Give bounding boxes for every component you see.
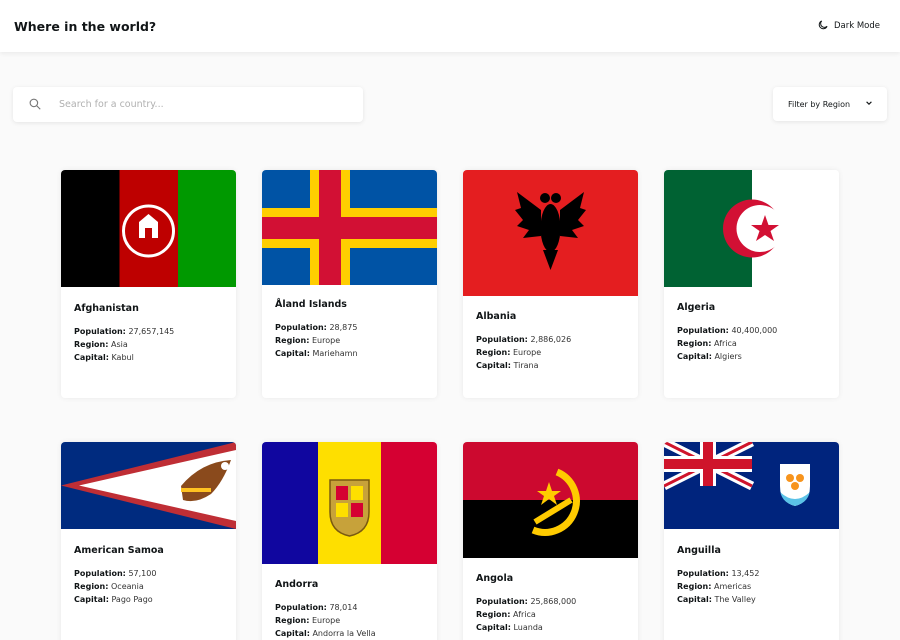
population-value: 2,886,026 — [530, 335, 572, 344]
population-value: 78,014 — [329, 603, 358, 612]
country-card-albania[interactable]: Albania Population: 2,886,026 Region: Eu… — [463, 170, 638, 398]
region-label: Region: — [74, 340, 109, 349]
region-label: Region: — [74, 582, 109, 591]
region-label: Region: — [476, 348, 511, 357]
region-label: Region: — [275, 336, 310, 345]
capital-value: Mariehamn — [312, 349, 358, 358]
region-value: Americas — [714, 582, 752, 591]
population-label: Population: — [74, 569, 126, 578]
capital-value: Pago Pago — [111, 595, 153, 604]
filter-label: Filter by Region — [788, 99, 851, 109]
country-name: Albania — [476, 311, 517, 322]
country-card-american-samoa[interactable]: American Samoa Population: 57,100 Region… — [61, 442, 236, 640]
capital-label: Capital: — [476, 361, 511, 370]
region-label: Region: — [476, 610, 511, 619]
population-value: 28,875 — [329, 323, 358, 332]
region-label: Region: — [275, 616, 310, 625]
country-card-angola[interactable]: Angola Population: 25,868,000 Region: Af… — [463, 442, 638, 640]
flag-afghanistan — [61, 170, 236, 287]
flag-angola — [463, 442, 638, 558]
flag-american-samoa — [61, 442, 236, 529]
capital-label: Capital: — [677, 352, 712, 361]
region-value: Europe — [312, 616, 341, 625]
search-input[interactable] — [59, 99, 319, 110]
region-filter-dropdown[interactable]: Filter by Region — [773, 87, 887, 121]
header: Where in the world? Dark Mode — [0, 0, 900, 52]
region-value: Europe — [312, 336, 341, 345]
capital-label: Capital: — [275, 349, 310, 358]
flag-anguilla — [664, 442, 839, 529]
population-label: Population: — [476, 597, 528, 606]
country-card-andorra[interactable]: Andorra Population: 78,014 Region: Europ… — [262, 442, 437, 640]
search-box — [13, 87, 363, 122]
country-name: American Samoa — [74, 545, 164, 556]
capital-value: The Valley — [714, 595, 756, 604]
region-value: Asia — [111, 340, 128, 349]
region-value: Africa — [513, 610, 536, 619]
country-card-afghanistan[interactable]: Afghanistan Population: 27,657,145 Regio… — [61, 170, 236, 398]
population-label: Population: — [275, 603, 327, 612]
flag-aland-islands — [262, 170, 437, 285]
country-name: Angola — [476, 573, 514, 584]
country-name: Andorra — [275, 579, 319, 590]
dark-mode-toggle[interactable]: Dark Mode — [818, 19, 880, 33]
chevron-down-icon — [865, 99, 873, 109]
capital-label: Capital: — [74, 595, 109, 604]
region-label: Region: — [677, 582, 712, 591]
population-label: Population: — [74, 327, 126, 336]
country-name: Algeria — [677, 302, 716, 313]
search-icon — [29, 95, 59, 114]
population-value: 27,657,145 — [128, 327, 175, 336]
population-value: 13,452 — [731, 569, 760, 578]
country-name: Åland Islands — [275, 299, 347, 310]
capital-value: Luanda — [513, 623, 543, 632]
country-card-aland-islands[interactable]: Åland Islands Population: 28,875 Region:… — [262, 170, 437, 398]
flag-andorra — [262, 442, 437, 564]
country-name: Anguilla — [677, 545, 721, 556]
capital-value: Kabul — [111, 353, 134, 362]
capital-label: Capital: — [275, 629, 310, 638]
country-card-anguilla[interactable]: Anguilla Population: 13,452 Region: Amer… — [664, 442, 839, 640]
country-name: Afghanistan — [74, 303, 139, 314]
region-value: Africa — [714, 339, 737, 348]
population-label: Population: — [677, 569, 729, 578]
country-card-algeria[interactable]: Algeria Population: 40,400,000 Region: A… — [664, 170, 839, 398]
population-value: 40,400,000 — [731, 326, 778, 335]
capital-value: Algiers — [714, 352, 742, 361]
region-value: Oceania — [111, 582, 144, 591]
population-value: 25,868,000 — [530, 597, 577, 606]
population-label: Population: — [476, 335, 528, 344]
capital-value: Tirana — [513, 361, 539, 370]
flag-algeria — [664, 170, 839, 287]
page-title: Where in the world? — [14, 18, 157, 34]
region-value: Europe — [513, 348, 542, 357]
dark-mode-label: Dark Mode — [833, 21, 880, 31]
flag-albania — [463, 170, 638, 296]
population-label: Population: — [677, 326, 729, 335]
region-label: Region: — [677, 339, 712, 348]
population-value: 57,100 — [128, 569, 157, 578]
capital-label: Capital: — [476, 623, 511, 632]
capital-value: Andorra la Vella — [312, 629, 376, 638]
moon-icon — [818, 19, 828, 33]
capital-label: Capital: — [677, 595, 712, 604]
population-label: Population: — [275, 323, 327, 332]
capital-label: Capital: — [74, 353, 109, 362]
